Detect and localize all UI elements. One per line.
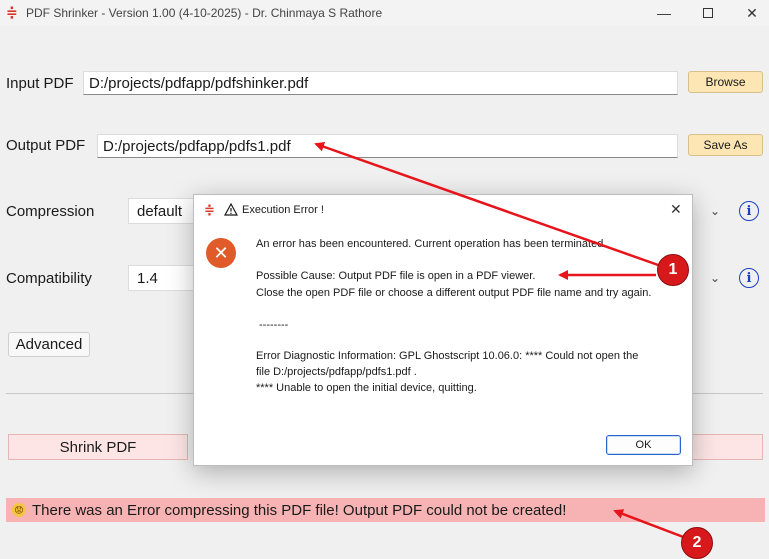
output-pdf-field[interactable]: D:/projects/pdfapp/pdfs1.pdf	[97, 134, 678, 158]
ok-button[interactable]: OK	[606, 435, 681, 455]
compatibility-info-icon[interactable]: i	[739, 268, 759, 288]
annotation-badge-2: 2	[681, 527, 713, 559]
output-pdf-label: Output PDF	[6, 137, 86, 154]
warning-icon	[224, 203, 238, 216]
compatibility-chevron-icon[interactable]: ⌄	[710, 271, 720, 285]
dialog-diagnostic-device-line: **** Unable to open the initial device, …	[256, 382, 477, 394]
dialog-app-icon: ≑	[204, 202, 215, 217]
execution-error-dialog: ≑ Execution Error ! ✕ ✕ An error has bee…	[193, 194, 693, 466]
dialog-separator-line: --------	[259, 319, 289, 331]
dialog-title-bar: ≑ Execution Error ! ✕	[194, 195, 692, 225]
error-icon: ✕	[206, 238, 236, 268]
dialog-advice-line: Close the open PDF file or choose a diff…	[256, 287, 652, 299]
shrink-pdf-button[interactable]: Shrink PDF	[8, 434, 188, 460]
dialog-close-icon[interactable]: ✕	[670, 201, 682, 218]
window-title: PDF Shrinker - Version 1.00 (4-10-2025) …	[26, 6, 383, 20]
status-message: There was an Error compressing this PDF …	[32, 501, 567, 519]
title-bar: ≑ PDF Shrinker - Version 1.00 (4-10-2025…	[0, 0, 769, 26]
compression-label: Compression	[6, 203, 95, 220]
input-pdf-field[interactable]: D:/projects/pdfapp/pdfshinker.pdf	[83, 71, 678, 95]
maximize-icon	[703, 8, 713, 18]
dialog-diagnostic-file-line: file D:/projects/pdfapp/pdfs1.pdf .	[256, 366, 417, 378]
annotation-badge-1: 1	[657, 254, 689, 286]
dialog-diagnostic-line: Error Diagnostic Information: GPL Ghosts…	[256, 350, 639, 362]
compatibility-label: Compatibility	[6, 270, 92, 287]
worried-face-icon: 😟	[12, 503, 26, 517]
close-button[interactable]: ✕	[729, 0, 769, 26]
advanced-button[interactable]: Advanced	[8, 332, 90, 357]
dialog-cause-line: Possible Cause: Output PDF file is open …	[256, 270, 536, 282]
app-icon: ≑	[6, 4, 18, 20]
minimize-button[interactable]: —	[641, 0, 687, 26]
status-bar: 😟 There was an Error compressing this PD…	[6, 498, 765, 522]
compression-chevron-icon[interactable]: ⌄	[710, 204, 720, 218]
dialog-message-line: An error has been encountered. Current o…	[256, 238, 607, 250]
maximize-button[interactable]	[685, 0, 731, 26]
dialog-title: Execution Error !	[242, 204, 324, 216]
browse-button[interactable]: Browse	[688, 71, 763, 93]
secondary-action-area	[690, 434, 763, 460]
input-pdf-label: Input PDF	[6, 75, 74, 92]
save-as-button[interactable]: Save As	[688, 134, 763, 156]
compression-info-icon[interactable]: i	[739, 201, 759, 221]
